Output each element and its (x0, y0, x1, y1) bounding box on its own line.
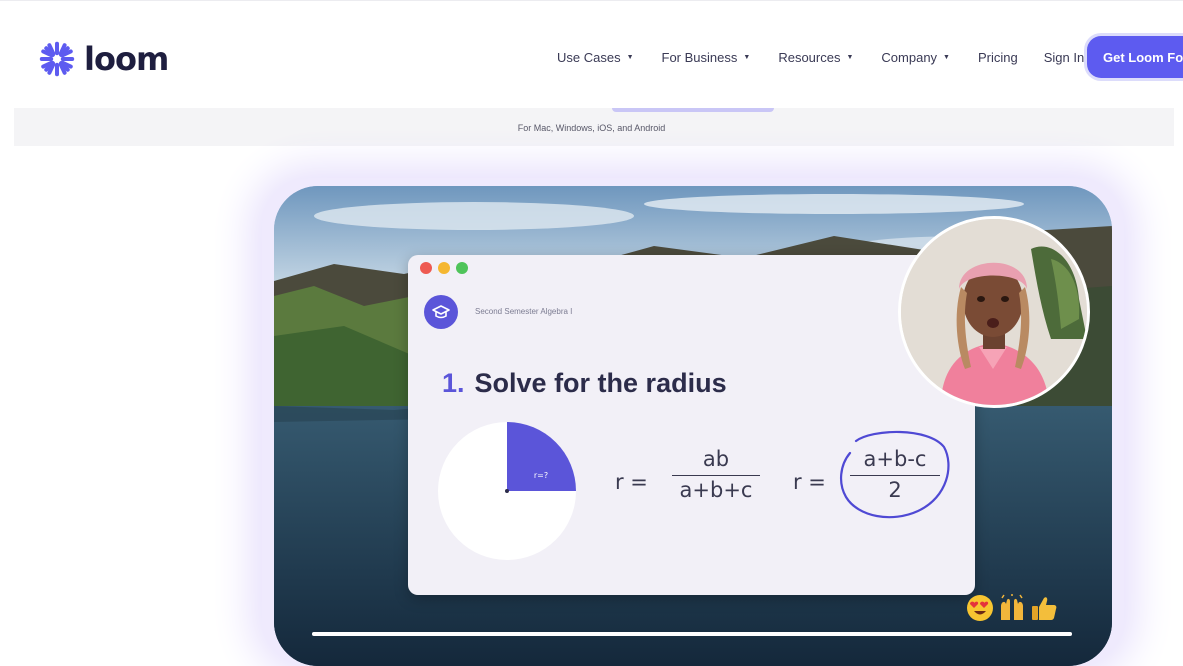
window-controls (420, 262, 474, 274)
nav-label: Sign In (1043, 50, 1085, 65)
nav-label: Resources (778, 50, 841, 65)
caret-down-icon: ▼ (626, 54, 634, 61)
equation-1-fraction: ab a+b+c (672, 447, 760, 502)
close-dot-icon (420, 262, 432, 274)
nav-company[interactable]: Company ▼ (881, 50, 950, 65)
platforms-text: For Mac, Windows, iOS, and Android (517, 123, 666, 133)
presenter-avatar (901, 219, 1087, 405)
nav-label: Pricing (977, 50, 1018, 65)
equation-1-denominator: a+b+c (679, 478, 753, 502)
nav-sign-in[interactable]: Sign In (1044, 50, 1084, 65)
thumbs-up-emoji-icon[interactable] (1030, 594, 1058, 622)
nav-label: For Business (661, 50, 738, 65)
equation-1-numerator: ab (702, 447, 730, 471)
course-title: Second Semester Algebra I (475, 307, 573, 316)
equation-1-lhs: r = (615, 470, 648, 494)
caret-down-icon: ▼ (943, 54, 950, 61)
loom-asterisk-icon (39, 41, 75, 77)
nav-resources[interactable]: Resources ▼ (778, 50, 853, 65)
question-heading: 1. Solve for the radius (442, 368, 727, 399)
heart-eyes-emoji-icon[interactable] (966, 594, 994, 622)
nav-use-cases[interactable]: Use Cases ▼ (557, 50, 634, 65)
nav-for-business[interactable]: For Business ▼ (662, 50, 751, 65)
webcam-bubble[interactable] (898, 216, 1090, 408)
equation-2-lhs: r = (793, 470, 826, 494)
fraction-bar (672, 475, 760, 476)
pie-label: r=? (534, 471, 548, 480)
video-progress-fill (312, 632, 1072, 636)
get-loom-button[interactable]: Get Loom Fo (1087, 36, 1183, 78)
nav-label: Company (881, 50, 938, 65)
answer-circle-annotation (840, 430, 950, 519)
reaction-bar (966, 594, 1062, 622)
maximize-dot-icon (456, 262, 468, 274)
question-number: 1. (442, 368, 465, 398)
site-header: loom Use Cases ▼ For Business ▼ Resource… (0, 0, 1183, 109)
nav-pricing[interactable]: Pricing (978, 50, 1018, 65)
raised-hands-emoji-icon[interactable] (998, 594, 1026, 622)
graduation-cap-icon (424, 295, 458, 329)
video-progress[interactable] (312, 632, 1072, 636)
loom-logo[interactable]: loom (38, 37, 169, 81)
logo-wordmark: loom (84, 40, 169, 78)
question-text: Solve for the radius (474, 368, 727, 398)
minimize-dot-icon (438, 262, 450, 274)
lesson-slide: Second Semester Algebra I 1. Solve for th… (408, 255, 975, 595)
main-nav: Use Cases ▼ For Business ▼ Resources ▼ C… (557, 50, 1110, 65)
caret-down-icon: ▼ (846, 54, 854, 61)
caret-down-icon: ▼ (743, 54, 751, 61)
radius-pie-diagram: r=? (438, 422, 576, 560)
hero-button-edge[interactable] (612, 108, 774, 112)
nav-label: Use Cases (557, 50, 621, 65)
